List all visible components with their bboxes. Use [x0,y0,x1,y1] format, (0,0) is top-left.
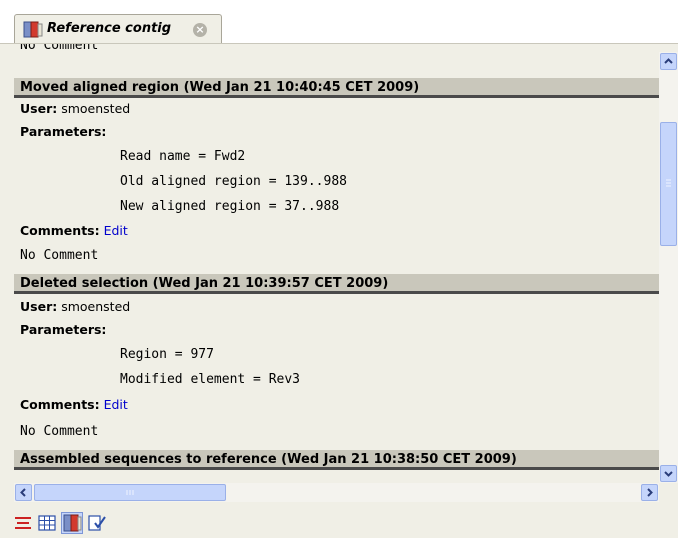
chevron-right-icon [647,488,653,497]
edit-comment-link[interactable]: Edit [104,223,128,238]
entry-header-line [14,291,659,294]
parameter-line: Modified element = Rev3 [120,372,301,387]
grip-icon [126,490,134,495]
tab-bar: Reference contig × [0,0,678,44]
close-icon[interactable]: × [193,23,207,37]
parameter-line: Old aligned region = 139..988 [120,174,347,189]
tab-title: Reference contig [47,21,172,36]
scroll-right-button[interactable] [641,484,658,501]
parameters-label: Parameters: [20,322,107,337]
parameters-label: Parameters: [20,124,107,139]
scroll-corner [659,483,678,502]
chevron-down-icon [664,471,673,477]
entry-header-line [14,467,659,470]
chevron-up-icon [664,58,673,64]
horizontal-scrollbar[interactable] [14,483,659,502]
horizontal-scroll-thumb[interactable] [34,484,226,501]
parameter-line: Region = 977 [120,347,214,362]
tab-reference-contig[interactable]: Reference contig × [14,14,222,44]
scroll-left-button[interactable] [15,484,32,501]
comments-row: Comments: Edit [20,223,128,238]
edit-check-icon[interactable] [88,514,106,532]
parameter-line: New aligned region = 37..988 [120,199,340,214]
vertical-scroll-thumb[interactable] [660,122,677,246]
entry-title: Moved aligned region (Wed Jan 21 10:40:4… [20,80,420,95]
user-value: smoensted [61,299,131,314]
edit-comment-link[interactable]: Edit [104,397,128,412]
user-value: smoensted [61,101,131,116]
user-row: User: smoensted [20,299,130,314]
view-toolbar [0,502,678,538]
user-label: User: [20,299,58,314]
lines-view-icon[interactable] [14,514,32,532]
comment-text: No Comment [20,248,99,263]
clipped-comment: No Comment [20,44,99,53]
history-panel: No Comment Moved aligned region (Wed Jan… [14,44,659,483]
user-row: User: smoensted [20,101,130,116]
grip-icon [666,179,671,187]
chevron-left-icon [20,488,26,497]
user-label: User: [20,101,58,116]
entry-title: Deleted selection (Wed Jan 21 10:39:57 C… [20,276,389,291]
editor-window: Reference contig × No Comment Moved alig… [0,0,678,538]
scroll-down-button[interactable] [660,465,677,482]
comment-text: No Comment [20,424,99,439]
comments-label: Comments: [20,223,100,238]
table-view-icon[interactable] [38,514,56,532]
comments-label: Comments: [20,397,100,412]
vertical-scrollbar[interactable] [659,52,678,483]
contig-book-icon [23,21,43,38]
contig-book-icon[interactable] [61,512,83,534]
scroll-up-button[interactable] [660,53,677,70]
comments-row: Comments: Edit [20,397,128,412]
entry-title: Assembled sequences to reference (Wed Ja… [20,452,517,467]
parameter-line: Read name = Fwd2 [120,149,246,164]
entry-header-line [14,95,659,98]
